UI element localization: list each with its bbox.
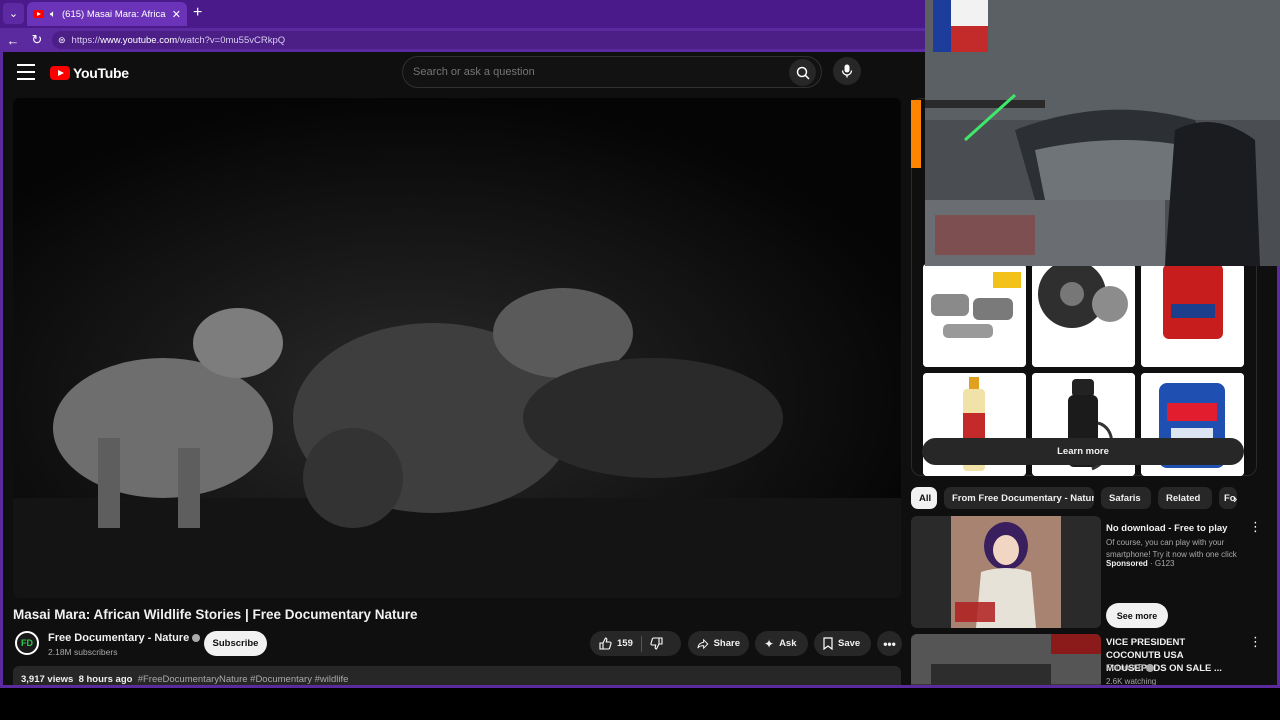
subscribe-button[interactable]: Subscribe (204, 631, 267, 656)
webcam-bedroom-image (925, 0, 1280, 266)
tab-title: (615) Masai Mara: African Wildl (62, 8, 166, 20)
tab-list-dropdown[interactable]: ⌄ (3, 3, 24, 24)
bookmark-icon (823, 637, 833, 650)
ask-button[interactable]: ✦ Ask (755, 631, 808, 656)
verified-icon (1146, 663, 1155, 672)
logo-text: YouTube (73, 65, 129, 81)
chevron-down-icon: ⌄ (8, 8, 19, 20)
video-recommendation[interactable]: VICE PRESIDENT COCONUTB USA MOUSEPADS ON… (911, 634, 1262, 686)
advertiser-name: G123 (1154, 559, 1175, 568)
see-more-button[interactable]: See more (1106, 603, 1168, 628)
reload-icon[interactable]: ↻ (26, 29, 48, 51)
youtube-play-icon (50, 66, 70, 80)
microphone-icon (841, 64, 853, 78)
video-watching: 2.6K watching (1106, 677, 1157, 686)
more-vertical-icon[interactable]: ⋮ (1249, 634, 1262, 650)
more-horizontal-icon: ••• (883, 636, 896, 651)
youtube-logo[interactable]: YouTube (50, 65, 129, 81)
url-field[interactable]: ⊜ https://www.youtube.com/watch?v=0mu55v… (52, 31, 932, 49)
thumbs-up-icon (599, 637, 612, 650)
menu-icon[interactable] (17, 64, 35, 80)
close-tab-icon[interactable]: ✕ (172, 8, 181, 21)
view-count: 3,917 views (21, 674, 74, 685)
mousepad-video-image (911, 634, 1101, 685)
channel-name-row[interactable]: Free Documentary - Nature (48, 632, 201, 644)
brake-pads-image (923, 264, 1026, 367)
brake-rotor-image (1032, 264, 1135, 367)
save-button[interactable]: Save (814, 631, 871, 656)
ad-product-motor-oil[interactable] (1141, 264, 1244, 367)
url-prefix: https:// (71, 34, 101, 46)
sponsored-description: Of course, you can play with your smartp… (1106, 538, 1237, 559)
sponsored-label: Sponsored (1106, 559, 1148, 568)
chevron-right-icon[interactable]: › (1233, 491, 1237, 506)
speaker-icon[interactable]: 🔈︎ (50, 9, 56, 20)
channel-name[interactable]: Free Documentary - Nature (48, 632, 189, 644)
sparkle-icon: ✦ (764, 636, 775, 651)
browser-tab-active[interactable]: 🔈︎ (615) Masai Mara: African Wildl ✕ (27, 2, 187, 26)
video-frame-lions-night (13, 98, 901, 598)
screen: ⌄ 🔈︎ (615) Masai Mara: African Wildl ✕ +… (0, 0, 1280, 720)
more-vertical-icon[interactable]: ⋮ (1249, 519, 1262, 535)
chip-from-channel[interactable]: From Free Documentary - Nature (944, 487, 1094, 509)
search-box (402, 56, 822, 88)
chip-safaris[interactable]: Safaris (1101, 487, 1151, 509)
new-tab-icon[interactable]: + (193, 4, 202, 22)
url-text: https://www.youtube.com/watch?v=0mu55vCR… (72, 35, 286, 46)
ask-label: Ask (779, 638, 797, 649)
back-arrow-icon[interactable]: ← (2, 29, 24, 51)
url-host: www.youtube.com (100, 34, 178, 46)
youtube-favicon-icon (33, 10, 44, 18)
sponsored-thumbnail[interactable] (911, 516, 1101, 628)
webcam-overlay (925, 0, 1280, 266)
channel-avatar[interactable]: FD (15, 631, 39, 655)
ad-product-brake-rotor[interactable] (1032, 264, 1135, 367)
thumbs-down-icon[interactable] (650, 637, 663, 650)
like-dislike-group: 159 (590, 631, 681, 656)
sponsored-title[interactable]: No download - Free to play (1106, 522, 1241, 535)
save-label: Save (838, 638, 861, 649)
video-channel[interactable]: Coconut B (1106, 663, 1143, 672)
video-owner-row: FD Free Documentary - Nature 2.18M subsc… (13, 630, 903, 660)
search-button[interactable] (789, 59, 816, 86)
ad-product-brake-pads[interactable] (923, 264, 1026, 367)
video-thumbnail[interactable] (911, 634, 1101, 685)
subscriber-count: 2.18M subscribers (48, 647, 118, 657)
learn-more-button[interactable]: Learn more (922, 438, 1244, 465)
search-input[interactable] (403, 66, 821, 78)
video-title: Masai Mara: African Wildlife Stories | F… (13, 607, 418, 622)
search-icon (796, 66, 810, 80)
motor-oil-jug-image (1141, 264, 1244, 367)
like-count: 159 (617, 638, 633, 649)
chip-all[interactable]: All (911, 487, 937, 509)
verified-icon (192, 634, 201, 643)
sponsored-meta: Sponsored · G123 (1106, 559, 1175, 568)
description-meta: 3,917 views 8 hours ago #FreeDocumentary… (21, 674, 348, 685)
video-channel-row[interactable]: Coconut B (1106, 663, 1155, 672)
hashtags[interactable]: #FreeDocumentaryNature #Documentary #wil… (138, 674, 349, 685)
voice-search-button[interactable] (833, 57, 861, 85)
share-icon (697, 638, 709, 649)
related-filter-chips: All From Free Documentary - Nature Safar… (911, 487, 1251, 509)
share-label: Share (713, 638, 740, 649)
chip-related[interactable]: Related (1158, 487, 1212, 509)
upload-age: 8 hours ago (78, 674, 133, 685)
url-path: /watch?v=0mu55vCRkpQ (177, 34, 286, 46)
like-button[interactable]: 159 (599, 637, 633, 650)
share-button[interactable]: Share (688, 631, 749, 656)
video-player[interactable] (13, 98, 901, 598)
anime-game-ad-image (911, 516, 1101, 628)
more-actions-button[interactable]: ••• (877, 631, 902, 656)
sponsored-recommendation[interactable]: No download - Free to play Of course, yo… (911, 516, 1262, 628)
ad-banner-edge (911, 100, 921, 168)
site-info-icon[interactable]: ⊜ (58, 35, 66, 46)
description-box[interactable]: 3,917 views 8 hours ago #FreeDocumentary… (13, 666, 901, 685)
